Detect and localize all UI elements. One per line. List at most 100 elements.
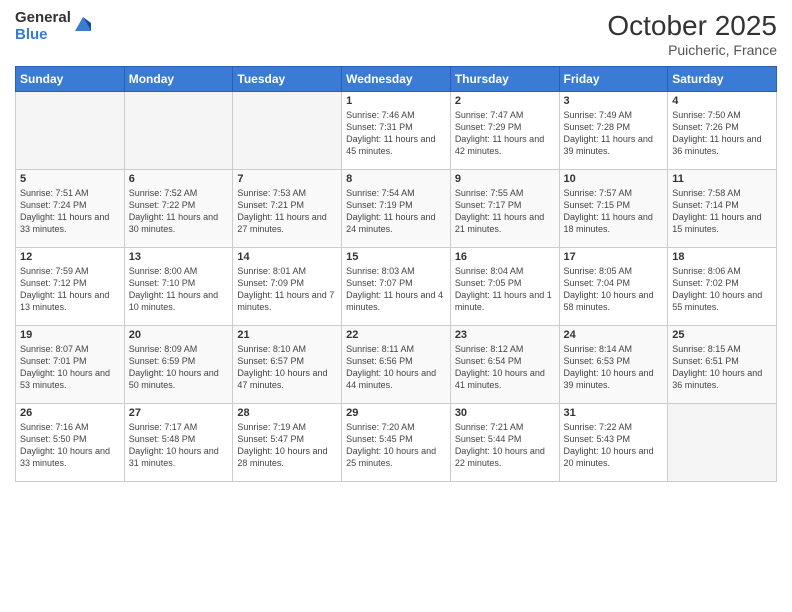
- day-info: Sunrise: 7:21 AM Sunset: 5:44 PM Dayligh…: [455, 421, 555, 470]
- header-sunday: Sunday: [16, 67, 125, 92]
- day-info: Sunrise: 7:47 AM Sunset: 7:29 PM Dayligh…: [455, 109, 555, 158]
- week-row-2: 12 Sunrise: 7:59 AM Sunset: 7:12 PM Dayli…: [16, 248, 777, 326]
- week-row-0: 1 Sunrise: 7:46 AM Sunset: 7:31 PM Daylig…: [16, 92, 777, 170]
- header-tuesday: Tuesday: [233, 67, 342, 92]
- day-number: 14: [237, 251, 337, 263]
- day-number: 25: [672, 329, 772, 341]
- day-number: 6: [129, 173, 229, 185]
- day-cell-2-6: 18 Sunrise: 8:06 AM Sunset: 7:02 PM Dayli…: [668, 248, 777, 326]
- logo-general: General: [15, 10, 71, 27]
- day-number: 3: [564, 95, 664, 107]
- day-cell-1-5: 10 Sunrise: 7:57 AM Sunset: 7:15 PM Dayli…: [559, 170, 668, 248]
- day-cell-2-5: 17Sunrise: 8:05 AM Sunset: 7:04 PM Dayli…: [559, 248, 668, 326]
- day-cell-0-0: [16, 92, 125, 170]
- day-number: 20: [129, 329, 229, 341]
- day-cell-0-2: [233, 92, 342, 170]
- day-info: Sunrise: 7:59 AM Sunset: 7:12 PM Dayligh…: [20, 265, 120, 314]
- day-number: 18: [672, 251, 772, 263]
- day-info: Sunrise: 8:09 AM Sunset: 6:59 PM Dayligh…: [129, 343, 229, 392]
- day-number: 10: [564, 173, 664, 185]
- day-cell-0-6: 4 Sunrise: 7:50 AM Sunset: 7:26 PM Daylig…: [668, 92, 777, 170]
- day-number: 24: [564, 329, 664, 341]
- day-number: 26: [20, 407, 120, 419]
- day-info: Sunrise: 8:15 AM Sunset: 6:51 PM Dayligh…: [672, 343, 772, 392]
- day-cell-0-3: 1 Sunrise: 7:46 AM Sunset: 7:31 PM Daylig…: [342, 92, 451, 170]
- day-cell-1-3: 8 Sunrise: 7:54 AM Sunset: 7:19 PM Daylig…: [342, 170, 451, 248]
- day-info: Sunrise: 7:54 AM Sunset: 7:19 PM Dayligh…: [346, 187, 446, 236]
- header-row: Sunday Monday Tuesday Wednesday Thursday…: [16, 67, 777, 92]
- day-info: Sunrise: 7:57 AM Sunset: 7:15 PM Dayligh…: [564, 187, 664, 236]
- calendar-container: General Blue October 2025 Puicheric, Fra…: [0, 0, 792, 612]
- day-info: Sunrise: 8:04 AM Sunset: 7:05 PM Dayligh…: [455, 265, 555, 314]
- header-saturday: Saturday: [668, 67, 777, 92]
- day-number: 2: [455, 95, 555, 107]
- day-info: Sunrise: 8:00 AM Sunset: 7:10 PM Dayligh…: [129, 265, 229, 314]
- day-number: 23: [455, 329, 555, 341]
- day-cell-0-1: [124, 92, 233, 170]
- logo-icon: [73, 13, 93, 33]
- day-cell-4-3: 29 Sunrise: 7:20 AM Sunset: 5:45 PM Dayli…: [342, 404, 451, 482]
- day-cell-4-2: 28 Sunrise: 7:19 AM Sunset: 5:47 PM Dayli…: [233, 404, 342, 482]
- day-info: Sunrise: 7:52 AM Sunset: 7:22 PM Dayligh…: [129, 187, 229, 236]
- day-info: Sunrise: 8:03 AM Sunset: 7:07 PM Dayligh…: [346, 265, 446, 314]
- day-number: 30: [455, 407, 555, 419]
- day-cell-3-4: 23 Sunrise: 8:12 AM Sunset: 6:54 PM Dayli…: [450, 326, 559, 404]
- day-info: Sunrise: 7:46 AM Sunset: 7:31 PM Dayligh…: [346, 109, 446, 158]
- day-cell-2-3: 15Sunrise: 8:03 AM Sunset: 7:07 PM Dayli…: [342, 248, 451, 326]
- day-number: 4: [672, 95, 772, 107]
- day-number: 1: [346, 95, 446, 107]
- week-row-4: 26 Sunrise: 7:16 AM Sunset: 5:50 PM Dayli…: [16, 404, 777, 482]
- day-info: Sunrise: 8:11 AM Sunset: 6:56 PM Dayligh…: [346, 343, 446, 392]
- day-number: 29: [346, 407, 446, 419]
- day-info: Sunrise: 7:16 AM Sunset: 5:50 PM Dayligh…: [20, 421, 120, 470]
- day-number: 13: [129, 251, 229, 263]
- day-cell-1-0: 5 Sunrise: 7:51 AM Sunset: 7:24 PM Daylig…: [16, 170, 125, 248]
- calendar-table: Sunday Monday Tuesday Wednesday Thursday…: [15, 66, 777, 482]
- day-number: 28: [237, 407, 337, 419]
- day-info: Sunrise: 7:20 AM Sunset: 5:45 PM Dayligh…: [346, 421, 446, 470]
- month-title: October 2025: [607, 10, 777, 42]
- day-number: 11: [672, 173, 772, 185]
- day-info: Sunrise: 7:17 AM Sunset: 5:48 PM Dayligh…: [129, 421, 229, 470]
- day-cell-3-2: 21 Sunrise: 8:10 AM Sunset: 6:57 PM Dayli…: [233, 326, 342, 404]
- day-number: 8: [346, 173, 446, 185]
- day-cell-3-3: 22 Sunrise: 8:11 AM Sunset: 6:56 PM Dayli…: [342, 326, 451, 404]
- header-monday: Monday: [124, 67, 233, 92]
- day-number: 16: [455, 251, 555, 263]
- day-info: Sunrise: 7:49 AM Sunset: 7:28 PM Dayligh…: [564, 109, 664, 158]
- logo-blue: Blue: [15, 27, 71, 44]
- logo: General Blue: [15, 10, 93, 43]
- header: General Blue October 2025 Puicheric, Fra…: [15, 10, 777, 58]
- day-cell-2-4: 16 Sunrise: 8:04 AM Sunset: 7:05 PM Dayli…: [450, 248, 559, 326]
- day-info: Sunrise: 7:50 AM Sunset: 7:26 PM Dayligh…: [672, 109, 772, 158]
- day-number: 5: [20, 173, 120, 185]
- day-cell-4-4: 30 Sunrise: 7:21 AM Sunset: 5:44 PM Dayli…: [450, 404, 559, 482]
- header-wednesday: Wednesday: [342, 67, 451, 92]
- day-info: Sunrise: 8:06 AM Sunset: 7:02 PM Dayligh…: [672, 265, 772, 314]
- day-info: Sunrise: 7:22 AM Sunset: 5:43 PM Dayligh…: [564, 421, 664, 470]
- day-cell-4-0: 26 Sunrise: 7:16 AM Sunset: 5:50 PM Dayli…: [16, 404, 125, 482]
- day-number: 9: [455, 173, 555, 185]
- day-number: 31: [564, 407, 664, 419]
- day-cell-2-1: 13 Sunrise: 8:00 AM Sunset: 7:10 PM Dayli…: [124, 248, 233, 326]
- day-number: 22: [346, 329, 446, 341]
- day-cell-0-5: 3 Sunrise: 7:49 AM Sunset: 7:28 PM Daylig…: [559, 92, 668, 170]
- week-row-3: 19Sunrise: 8:07 AM Sunset: 7:01 PM Dayli…: [16, 326, 777, 404]
- location-subtitle: Puicheric, France: [607, 42, 777, 58]
- day-cell-1-6: 11Sunrise: 7:58 AM Sunset: 7:14 PM Dayli…: [668, 170, 777, 248]
- day-info: Sunrise: 8:14 AM Sunset: 6:53 PM Dayligh…: [564, 343, 664, 392]
- day-cell-4-6: [668, 404, 777, 482]
- day-number: 7: [237, 173, 337, 185]
- day-info: Sunrise: 8:10 AM Sunset: 6:57 PM Dayligh…: [237, 343, 337, 392]
- day-number: 12: [20, 251, 120, 263]
- day-number: 21: [237, 329, 337, 341]
- header-friday: Friday: [559, 67, 668, 92]
- day-info: Sunrise: 8:05 AM Sunset: 7:04 PM Dayligh…: [564, 265, 664, 314]
- day-info: Sunrise: 8:07 AM Sunset: 7:01 PM Dayligh…: [20, 343, 120, 392]
- day-cell-3-6: 25 Sunrise: 8:15 AM Sunset: 6:51 PM Dayli…: [668, 326, 777, 404]
- day-info: Sunrise: 7:19 AM Sunset: 5:47 PM Dayligh…: [237, 421, 337, 470]
- day-cell-3-0: 19Sunrise: 8:07 AM Sunset: 7:01 PM Dayli…: [16, 326, 125, 404]
- day-info: Sunrise: 7:51 AM Sunset: 7:24 PM Dayligh…: [20, 187, 120, 236]
- day-info: Sunrise: 8:12 AM Sunset: 6:54 PM Dayligh…: [455, 343, 555, 392]
- day-cell-4-5: 31 Sunrise: 7:22 AM Sunset: 5:43 PM Dayli…: [559, 404, 668, 482]
